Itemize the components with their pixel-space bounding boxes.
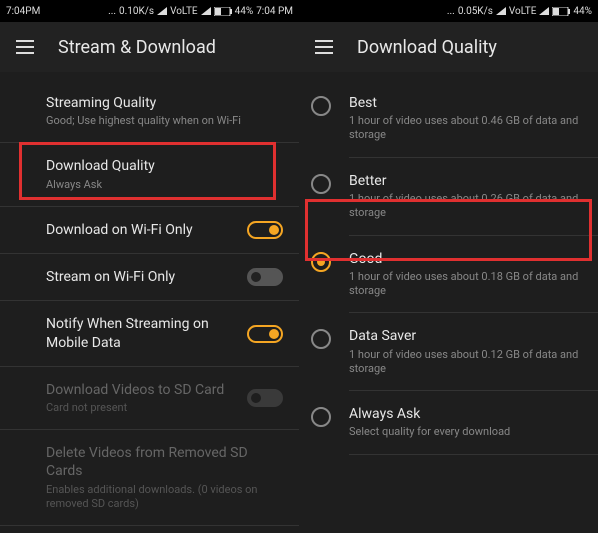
battery-icon bbox=[214, 7, 232, 16]
status-netspeed: 0.10K/s bbox=[119, 6, 154, 17]
signal-icon-2 bbox=[201, 7, 211, 15]
setting-download-sd: Download Videos to SD Card Card not pres… bbox=[0, 367, 299, 430]
radio-better[interactable]: Better 1 hour of video uses about 0.26 G… bbox=[299, 158, 598, 235]
signal-icon bbox=[496, 7, 506, 15]
setting-sub: Enables additional downloads. (0 videos … bbox=[46, 483, 283, 512]
left-screen: 7:04PM ... 0.10K/s VoLTE 44% 7:04 PM Str… bbox=[0, 0, 299, 533]
divider bbox=[349, 454, 598, 455]
setting-title: Download Videos to SD Card bbox=[46, 381, 235, 399]
toggle-stream-wifi[interactable] bbox=[247, 268, 283, 286]
status-time-right: 7:04 PM bbox=[256, 6, 293, 17]
radio-sub: 1 hour of video uses about 0.12 GB of da… bbox=[349, 348, 582, 377]
status-volte: VoLTE bbox=[509, 6, 537, 17]
status-netspeed: 0.05K/s bbox=[458, 6, 493, 17]
status-dots: ... bbox=[447, 6, 455, 17]
radio-sub: 1 hour of video uses about 0.18 GB of da… bbox=[349, 270, 582, 299]
status-bar: ... 0.05K/s VoLTE 44% bbox=[299, 0, 598, 22]
radio-title: Better bbox=[349, 172, 582, 190]
hamburger-icon[interactable] bbox=[16, 40, 34, 54]
quality-options: Best 1 hour of video uses about 0.46 GB … bbox=[299, 72, 598, 533]
status-volte: VoLTE bbox=[170, 6, 198, 17]
setting-sub: Card not present bbox=[46, 401, 235, 415]
toggle-download-sd bbox=[247, 389, 283, 407]
setting-sub: Good; Use highest quality when on Wi-Fi bbox=[46, 114, 283, 128]
setting-download-wifi-only[interactable]: Download on Wi-Fi Only bbox=[0, 207, 299, 254]
radio-always-ask[interactable]: Always Ask Select quality for every down… bbox=[299, 391, 598, 453]
hamburger-icon[interactable] bbox=[315, 40, 333, 54]
settings-list: Streaming Quality Good; Use highest qual… bbox=[0, 72, 299, 533]
status-bar: 7:04PM ... 0.10K/s VoLTE 44% 7:04 PM bbox=[0, 0, 299, 22]
app-bar: Download Quality bbox=[299, 22, 598, 72]
app-bar: Stream & Download bbox=[0, 22, 299, 72]
signal-icon bbox=[157, 7, 167, 15]
setting-stream-wifi-only[interactable]: Stream on Wi-Fi Only bbox=[0, 254, 299, 301]
setting-title: Download Quality bbox=[46, 157, 283, 175]
radio-icon-selected bbox=[311, 252, 331, 272]
setting-streaming-quality[interactable]: Streaming Quality Good; Use highest qual… bbox=[0, 80, 299, 143]
toggle-download-wifi[interactable] bbox=[247, 221, 283, 239]
radio-good[interactable]: Good 1 hour of video uses about 0.18 GB … bbox=[299, 236, 598, 313]
radio-title: Best bbox=[349, 94, 582, 112]
status-dots: ... bbox=[108, 6, 116, 17]
radio-title: Always Ask bbox=[349, 405, 582, 423]
setting-title: Streaming Quality bbox=[46, 94, 283, 112]
setting-title: Notify When Streaming on Mobile Data bbox=[46, 315, 235, 351]
toggle-notify-mobile[interactable] bbox=[247, 325, 283, 343]
page-title: Download Quality bbox=[357, 37, 497, 58]
setting-sub: Always Ask bbox=[46, 178, 283, 192]
signal-icon-2 bbox=[539, 7, 549, 15]
setting-title: Delete Videos from Removed SD Cards bbox=[46, 444, 283, 480]
radio-icon bbox=[311, 174, 331, 194]
battery-icon bbox=[552, 7, 570, 16]
radio-sub: 1 hour of video uses about 0.26 GB of da… bbox=[349, 192, 582, 221]
status-battery: 44% bbox=[573, 6, 592, 17]
setting-title: Stream on Wi-Fi Only bbox=[46, 268, 235, 286]
status-time-left: 7:04PM bbox=[6, 6, 40, 17]
radio-sub: Select quality for every download bbox=[349, 425, 582, 439]
right-screen: ... 0.05K/s VoLTE 44% Download Quality B… bbox=[299, 0, 598, 533]
setting-download-quality[interactable]: Download Quality Always Ask bbox=[0, 143, 299, 206]
page-title: Stream & Download bbox=[58, 37, 216, 58]
setting-notify-mobile-data[interactable]: Notify When Streaming on Mobile Data bbox=[0, 301, 299, 366]
radio-data-saver[interactable]: Data Saver 1 hour of video uses about 0.… bbox=[299, 313, 598, 390]
radio-title: Data Saver bbox=[349, 327, 582, 345]
radio-sub: 1 hour of video uses about 0.46 GB of da… bbox=[349, 114, 582, 143]
setting-title: Download on Wi-Fi Only bbox=[46, 221, 235, 239]
radio-best[interactable]: Best 1 hour of video uses about 0.46 GB … bbox=[299, 80, 598, 157]
radio-title: Good bbox=[349, 250, 582, 268]
status-battery: 44% bbox=[235, 6, 254, 17]
radio-icon bbox=[311, 407, 331, 427]
radio-icon bbox=[311, 96, 331, 116]
setting-delete-removed-sd: Delete Videos from Removed SD Cards Enab… bbox=[0, 430, 299, 526]
radio-icon bbox=[311, 329, 331, 349]
